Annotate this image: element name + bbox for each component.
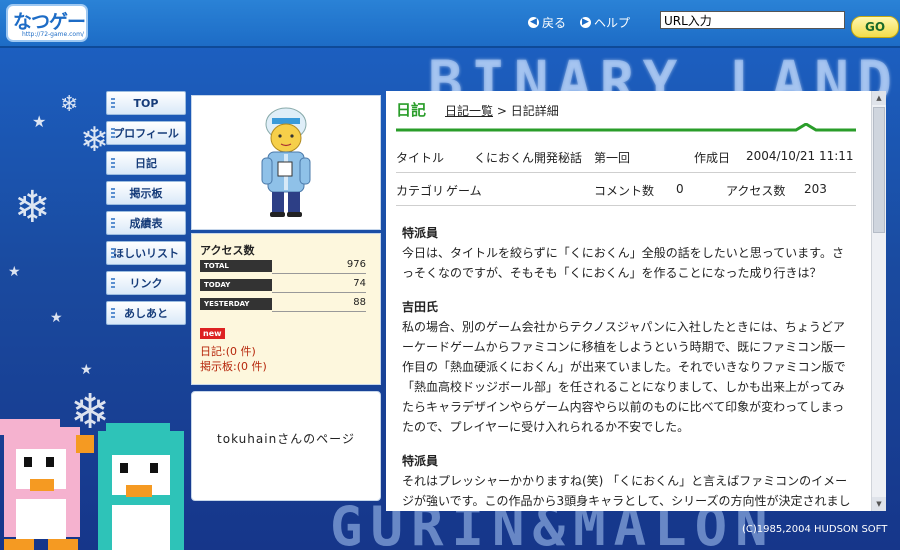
site-logo[interactable]: なつゲー http://72-game.com/ — [6, 4, 88, 42]
diary-count-link[interactable]: 日記:(0 件) — [200, 343, 256, 359]
vertical-scrollbar[interactable]: ▲ ▼ — [871, 91, 886, 511]
top-header: なつゲー http://72-game.com/ ◀ 戻る ▶ ヘルプ GO — [0, 0, 900, 48]
menu-item-diary[interactable]: 日記 — [106, 151, 186, 175]
menu-item-wishlist[interactable]: ほしいリスト — [106, 241, 186, 265]
access-label: アクセス数 — [726, 184, 786, 198]
menu-item-bbs[interactable]: 掲示板 — [106, 181, 186, 205]
snowflake-icon: ❄ — [60, 92, 79, 117]
menu-item-scores[interactable]: 成績表 — [106, 211, 186, 235]
back-label: 戻る — [542, 16, 567, 30]
menu-label: 掲示板 — [129, 187, 163, 200]
menu-label: あしあと — [124, 307, 168, 320]
title-underline — [396, 123, 856, 132]
avatar-panel — [191, 95, 381, 230]
menu-item-profile[interactable]: プロフィール — [106, 121, 186, 145]
scrollbar-thumb[interactable] — [873, 107, 885, 233]
stat-label: TODAY — [200, 279, 272, 291]
created-value: 2004/10/21 11:11 — [746, 149, 854, 163]
category-label: カテゴリ — [396, 184, 445, 198]
menu-item-footprints[interactable]: あしあと — [106, 301, 186, 325]
logo-text: なつゲー — [13, 11, 86, 33]
title-label: タイトル — [396, 151, 445, 165]
copyright-text: (C)1985,2004 HUDSON SOFT — [742, 524, 888, 535]
help-arrow-icon: ▶ — [580, 17, 591, 28]
owner-page-text: tokuhainさんのページ — [217, 432, 355, 446]
go-button[interactable]: GO — [851, 16, 899, 38]
menu-label: プロフィール — [113, 127, 179, 140]
paragraph-text: 私の場合、別のゲーム会社からテクノスジャパンに入社したときには、ちょうどアーケー… — [402, 320, 846, 434]
avatar — [261, 107, 311, 217]
speaker-name: 特派員 — [402, 454, 439, 468]
menu-item-top[interactable]: TOP — [106, 91, 186, 115]
go-label: GO — [864, 20, 886, 34]
category-value: ゲーム — [446, 184, 482, 198]
scroll-down-icon[interactable]: ▼ — [872, 497, 886, 511]
back-link[interactable]: ◀ 戻る — [528, 14, 566, 31]
menu-label: TOP — [133, 97, 159, 110]
stat-row-yesterday: YESTERDAY 88 — [200, 297, 366, 312]
diary-heading: 日記 — [396, 101, 427, 119]
menu-label: 日記 — [135, 157, 157, 170]
snowflake-icon: ❄ — [14, 182, 51, 233]
comment-label: コメント数 — [594, 184, 655, 198]
stat-row-today: TODAY 74 — [200, 278, 366, 293]
breadcrumb-diary-list-link[interactable]: 日記一覧 — [445, 104, 493, 118]
url-input[interactable] — [660, 11, 845, 29]
meta-divider — [396, 172, 856, 173]
help-link[interactable]: ▶ ヘルプ — [580, 14, 630, 31]
snowflake-icon: ★ — [8, 264, 21, 280]
penguin-characters-image — [0, 419, 184, 550]
meta-divider — [396, 205, 856, 206]
back-arrow-icon: ◀ — [528, 17, 539, 28]
snowflake-icon: ❄ — [80, 120, 109, 160]
speaker-name: 特派員 — [402, 226, 439, 240]
stat-value: 976 — [346, 259, 366, 270]
title-value: くにおくん開発秘話 第一回 — [474, 151, 631, 165]
snowflake-icon: ★ — [80, 362, 93, 378]
breadcrumb-separator: > — [496, 104, 507, 118]
side-menu: TOP プロフィール 日記 掲示板 成績表 ほしいリスト リンク あしあと — [106, 91, 186, 331]
breadcrumb-current: 日記詳細 — [510, 104, 559, 118]
new-badge: new — [200, 328, 225, 339]
menu-label: リンク — [129, 277, 163, 290]
paragraph-text: 今日は、タイトルを絞らずに「くにおくん」全般の話をしたいと思っています。さっそく… — [402, 246, 844, 280]
menu-item-links[interactable]: リンク — [106, 271, 186, 295]
logo-url: http://72-game.com/ — [22, 31, 84, 38]
snowflake-icon: ★ — [32, 112, 47, 131]
paragraph-text: それはプレッシャーかかりますね(笑) 「くにおくん」と言えばファミコンのイメージ… — [402, 474, 851, 508]
owner-panel: tokuhainさんのページ — [191, 391, 381, 501]
menu-label: 成績表 — [129, 217, 163, 230]
stat-label: YESTERDAY — [200, 298, 272, 310]
access-panel: アクセス数 TOTAL 976 TODAY 74 YESTERDAY 88 ne… — [191, 233, 381, 385]
diary-main-panel: 日記 日記一覧 > 日記詳細 タイトル くにおくん開発秘話 第一回 作成日 20… — [386, 91, 886, 511]
created-label: 作成日 — [694, 151, 731, 165]
diary-article: 特派員 今日は、タイトルを絞らずに「くにおくん」全般の話をしたいと思っています。… — [402, 217, 852, 511]
speaker-name: 吉田氏 — [402, 300, 439, 314]
access-value: 203 — [804, 182, 827, 196]
stat-value: 88 — [353, 297, 366, 308]
stat-label: TOTAL — [200, 260, 272, 272]
snowflake-icon: ★ — [50, 310, 63, 326]
breadcrumb: 日記一覧 > 日記詳細 — [445, 102, 559, 119]
stat-value: 74 — [353, 278, 366, 289]
stat-row-total: TOTAL 976 — [200, 259, 366, 274]
bbs-count-link[interactable]: 掲示板:(0 件) — [200, 358, 267, 374]
help-label: ヘルプ — [594, 16, 631, 30]
scroll-up-icon[interactable]: ▲ — [872, 91, 886, 105]
menu-label: ほしいリスト — [113, 247, 179, 260]
access-title: アクセス数 — [200, 244, 255, 257]
comment-value: 0 — [676, 182, 684, 196]
